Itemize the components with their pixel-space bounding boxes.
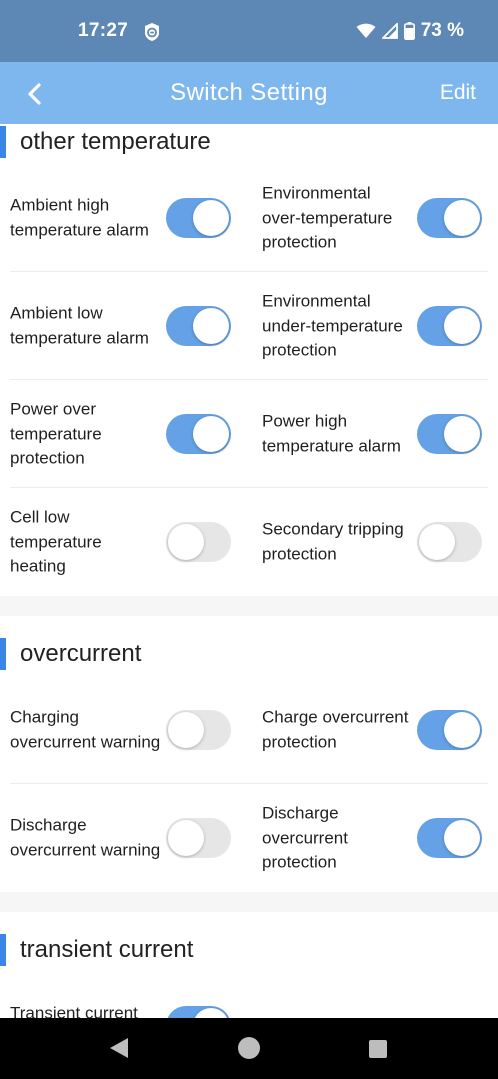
toggle-switch[interactable]	[166, 198, 231, 238]
switch-label: Secondary tripping protection	[262, 519, 404, 564]
toggle-knob	[444, 416, 480, 452]
toggle-switch[interactable]	[417, 414, 482, 454]
toggle-knob	[444, 200, 480, 236]
app-notification-icon	[145, 23, 159, 41]
wifi-icon	[356, 23, 376, 38]
switch-label: Charge overcurrent protection	[262, 707, 409, 752]
toggle-knob	[193, 1008, 229, 1018]
toggle-knob	[419, 524, 455, 560]
switch-setting-item: Charge overcurrent protection	[262, 676, 498, 784]
section-accent-bar	[0, 638, 6, 670]
settings-row: Ambient low temperature alarm Environment…	[10, 272, 488, 380]
toggle-switch[interactable]	[417, 198, 482, 238]
settings-row: Ambient high temperature alarm Environmen…	[10, 164, 488, 272]
toggle-knob	[193, 200, 229, 236]
battery-icon	[403, 22, 415, 40]
switch-label: Cell low temperature heating	[10, 507, 102, 576]
toggle-switch[interactable]	[417, 522, 482, 562]
edit-button[interactable]: Edit	[440, 81, 476, 105]
switch-setting-item: Cell low temperature heating	[10, 488, 250, 596]
toggle-switch[interactable]	[417, 818, 482, 858]
switch-label: Discharge overcurrent warning	[10, 815, 161, 860]
page-title: Switch Setting	[170, 79, 328, 106]
toggle-knob	[168, 820, 204, 856]
settings-row: Cell low temperature heating Secondary tr…	[10, 488, 488, 596]
system-nav-bar	[0, 1018, 498, 1079]
toggle-switch[interactable]	[417, 306, 482, 346]
toggle-switch[interactable]	[166, 522, 231, 562]
square-recents-icon[interactable]	[368, 1039, 388, 1059]
settings-row: Transient current protection	[10, 972, 488, 1018]
toggle-switch[interactable]	[166, 818, 231, 858]
switch-setting-item: Environmental under-temperature protecti…	[262, 272, 498, 380]
settings-row: Charging overcurrent warning Charge overc…	[10, 676, 488, 784]
toggle-switch[interactable]	[166, 306, 231, 346]
section-divider	[0, 596, 498, 616]
battery-percent: 73 %	[420, 20, 464, 41]
section-divider	[0, 892, 498, 912]
switch-list[interactable]: other temperature Ambient high temperatur…	[0, 124, 498, 1018]
switch-label: Power high temperature alarm	[262, 411, 401, 456]
section-header: transient current	[0, 932, 498, 972]
switch-setting-item: Environmental over-temperature protectio…	[262, 164, 498, 272]
switch-label: Discharge overcurrent protection	[262, 803, 348, 872]
section-header: overcurrent	[0, 636, 498, 676]
switch-label: Charging overcurrent warning	[10, 707, 161, 752]
switch-setting-item: Discharge overcurrent warning	[10, 784, 250, 892]
switch-label: Transient current protection	[10, 1003, 138, 1019]
toggle-knob	[444, 308, 480, 344]
switch-label: Power over temperature protection	[10, 399, 102, 468]
toggle-switch[interactable]	[166, 414, 231, 454]
switch-setting-item: Power over temperature protection	[10, 380, 250, 488]
toggle-knob	[168, 712, 204, 748]
section-title: transient current	[20, 936, 194, 963]
settings-row: Power over temperature protection Power h…	[10, 380, 488, 488]
section-title: other temperature	[20, 128, 211, 155]
switch-setting-item: Secondary tripping protection	[262, 488, 498, 596]
signal-icon	[381, 23, 398, 39]
app-header: Switch Setting Edit	[0, 62, 498, 124]
switch-label: Environmental over-temperature protectio…	[262, 183, 393, 252]
section-accent-bar	[0, 126, 6, 158]
toggle-knob	[444, 820, 480, 856]
switch-setting-item: Transient current protection	[10, 972, 250, 1018]
switch-label: Ambient high temperature alarm	[10, 195, 149, 240]
toggle-knob	[444, 712, 480, 748]
section-title: overcurrent	[20, 640, 142, 667]
circle-home-icon[interactable]	[237, 1036, 261, 1060]
status-bar: 17:27 73 %	[0, 0, 498, 62]
toggle-knob	[193, 416, 229, 452]
toggle-switch[interactable]	[417, 710, 482, 750]
section-accent-bar	[0, 934, 6, 966]
toggle-knob	[193, 308, 229, 344]
toggle-switch[interactable]	[166, 1006, 231, 1018]
switch-setting-item: Discharge overcurrent protection	[262, 784, 498, 892]
status-right-group: 73 %	[356, 20, 464, 42]
settings-row: Discharge overcurrent warning Discharge o…	[10, 784, 488, 892]
toggle-knob	[168, 524, 204, 560]
section-header: other temperature	[0, 124, 498, 164]
switch-setting-item: Charging overcurrent warning	[10, 676, 250, 784]
switch-label: Ambient low temperature alarm	[10, 303, 149, 348]
toggle-switch[interactable]	[166, 710, 231, 750]
switch-setting-item: Ambient low temperature alarm	[10, 272, 250, 380]
triangle-back-icon[interactable]	[108, 1036, 130, 1060]
switch-setting-item: Ambient high temperature alarm	[10, 164, 250, 272]
switch-label: Environmental under-temperature protecti…	[262, 291, 403, 360]
status-time: 17:27	[78, 20, 129, 41]
switch-setting-item: Power high temperature alarm	[262, 380, 498, 488]
